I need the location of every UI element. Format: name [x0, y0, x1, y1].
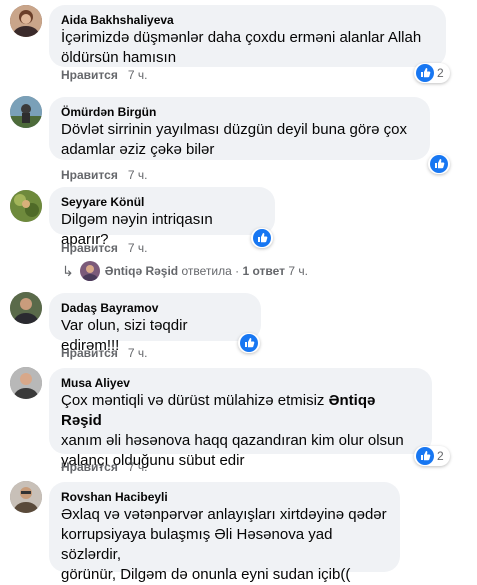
reply-separator: ·	[235, 264, 240, 278]
avatar[interactable]	[10, 481, 42, 513]
like-button[interactable]: Нравится	[61, 241, 118, 255]
comment-actions: Нравится 7 ч.	[61, 345, 147, 361]
reply-summary[interactable]: ↳ Əntiqə Rəşid ответила · 1 ответ 7 ч.	[62, 261, 308, 281]
reaction-summary[interactable]: 2	[414, 63, 450, 83]
avatar[interactable]	[10, 5, 42, 37]
reaction-summary[interactable]	[251, 228, 273, 248]
timestamp[interactable]: 7 ч.	[128, 460, 148, 474]
comment-text-line: xanım əli həsənova haqq qazandıran kim o…	[61, 432, 404, 449]
comment-author[interactable]: Aida Bakhshaliyeva	[61, 12, 434, 28]
comment-actions: Нравится 7 ч.	[61, 240, 147, 256]
avatar[interactable]	[10, 292, 42, 324]
like-thumb-icon	[416, 447, 434, 465]
comment-author[interactable]: Dadaş Bayramov	[61, 300, 249, 316]
comment-text-line: Çox məntiqli və dürüst mülahizə etmisiz …	[61, 391, 420, 431]
timestamp[interactable]: 7 ч.	[128, 241, 148, 255]
like-thumb-icon	[240, 334, 258, 352]
timestamp[interactable]: 7 ч.	[128, 68, 148, 82]
reply-avatar	[79, 261, 100, 281]
comment-bubble: Seyyare Könül Dilgəm nəyin intriqasın ap…	[49, 187, 275, 248]
reaction-count: 2	[437, 66, 444, 80]
reply-time: 7 ч.	[288, 264, 308, 278]
comment-author[interactable]: Rovshan Hacibeyli	[61, 489, 388, 505]
comment-text-line: İçərimizdə düşmənlər daha çoxdu erməni a…	[61, 29, 422, 46]
comment-bubble: Dadaş Bayramov Var olun, sizi təqdir edi…	[49, 293, 261, 354]
comment-author[interactable]: Ömürdən Birgün	[61, 104, 418, 120]
like-button[interactable]: Нравится	[61, 460, 118, 474]
comment-bubble: Ömürdən Birgün Dövlət sirrinin yayılması…	[49, 97, 430, 160]
comment-text-prefix: Çox məntiqli və dürüst mülahizə etmisiz	[61, 392, 329, 409]
avatar[interactable]	[10, 96, 42, 128]
reaction-count: 2	[437, 449, 444, 463]
like-button[interactable]: Нравится	[61, 168, 118, 182]
comment-author[interactable]: Musa Aliyev	[61, 375, 420, 391]
like-button[interactable]: Нравится	[61, 68, 118, 82]
comment-actions: Нравится 7 ч.	[61, 459, 147, 475]
reaction-summary[interactable]	[238, 333, 260, 353]
like-button[interactable]: Нравится	[61, 346, 118, 360]
reaction-summary[interactable]	[428, 154, 450, 174]
comment-text-line: görünür, Dilgəm də onunla eyni sudan içi…	[61, 566, 351, 583]
like-thumb-icon	[253, 229, 271, 247]
comment-bubble: Rovshan Hacibeyli Əxlaq və vətənpərvər a…	[49, 482, 400, 583]
comment-text-line: adamlar əziz çəkə bilər	[61, 141, 215, 158]
like-thumb-icon	[430, 155, 448, 173]
comment-bubble: Aida Bakhshaliyeva İçərimizdə düşmənlər …	[49, 5, 446, 67]
reply-count[interactable]: 1 ответ	[242, 263, 285, 279]
timestamp[interactable]: 7 ч.	[128, 168, 148, 182]
timestamp[interactable]: 7 ч.	[128, 346, 148, 360]
avatar[interactable]	[10, 367, 42, 399]
reply-arrow-icon: ↳	[62, 263, 74, 279]
comment-text-line: Əxlaq və vətənpərvər anlayışları xirtdəy…	[61, 506, 387, 523]
comment-actions: Нравится 7 ч.	[61, 67, 147, 83]
comment-text-line: Dövlət sirrinin yayılması düzgün deyil b…	[61, 121, 408, 138]
like-thumb-icon	[416, 64, 434, 82]
comment-bubble: Musa Aliyev Çox məntiqli və dürüst mülah…	[49, 368, 432, 469]
reply-author[interactable]: Əntiqə Rəşid	[105, 263, 178, 279]
comment-text-line: korrupsiyaya bulaşmış Əli Həsənova yad s…	[61, 526, 333, 563]
avatar[interactable]	[10, 190, 42, 222]
comment-author[interactable]: Seyyare Könül	[61, 194, 263, 210]
comment-text-line: öldürsün hamısın	[61, 49, 177, 66]
reaction-summary[interactable]: 2	[414, 446, 450, 466]
reply-action: ответила	[181, 264, 232, 278]
comment-actions: Нравится 7 ч.	[61, 167, 147, 183]
